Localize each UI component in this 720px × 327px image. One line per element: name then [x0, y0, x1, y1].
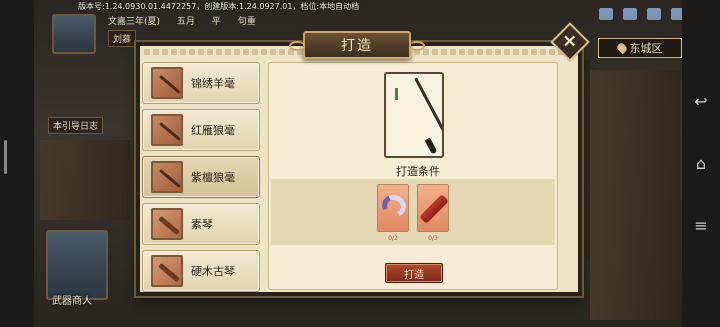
menu-icon[interactable]: ≡	[690, 215, 712, 237]
brush-icon	[151, 67, 183, 99]
material-slot[interactable]	[377, 184, 409, 232]
background-shelf	[590, 70, 680, 320]
dialog-title: 打造	[289, 31, 425, 59]
back-icon[interactable]: ↩	[690, 90, 712, 112]
home-icon[interactable]: ⌂	[690, 152, 712, 174]
recipe-label: 紫檀狼毫	[191, 171, 235, 184]
materials-strip	[271, 179, 555, 245]
dialog-title-text: 打造	[341, 38, 373, 54]
feather-icon	[378, 191, 408, 221]
player-avatar[interactable]	[52, 14, 96, 54]
version-info: 版本号:1.24.0930.01.4472257，创建版本:1.24.0927.…	[78, 2, 360, 11]
system-nav-right: ↩ ⌂ ≡	[682, 0, 720, 327]
recipe-label: 素琴	[191, 218, 213, 231]
area-name: 东城区	[629, 42, 663, 55]
material-count: 0/3	[428, 235, 438, 242]
menu-icon-2[interactable]	[620, 8, 640, 34]
date-year: 文嘉三年(夏)	[108, 17, 161, 27]
menu-icon-1[interactable]	[596, 8, 616, 34]
recipe-item[interactable]: 锦绣羊毫	[142, 62, 260, 104]
brush-icon	[151, 161, 183, 193]
qin-icon	[151, 208, 183, 240]
location-pin-icon	[615, 41, 628, 55]
brush-icon	[151, 114, 183, 146]
recipe-item-selected[interactable]: 紫檀狼毫	[142, 156, 260, 198]
recipe-item[interactable]: 素琴	[142, 203, 260, 245]
merchant-portrait[interactable]	[46, 230, 108, 300]
recipe-list[interactable]: 锦绣羊毫 红雁狼毫 紫檀狼毫 素琴 硬木古琴	[142, 62, 264, 292]
material-slot[interactable]	[417, 184, 449, 232]
date-month: 五月	[176, 17, 195, 27]
recipe-label: 红雁狼毫	[191, 124, 235, 137]
player-name: 刘慕	[108, 30, 137, 47]
title-ornament-left	[289, 41, 305, 51]
recipe-item[interactable]: 硬木古琴	[142, 250, 260, 292]
craft-button[interactable]: 打造	[385, 263, 443, 283]
brush-tip	[424, 137, 438, 155]
redwood-icon	[419, 194, 448, 224]
menu-icon-3[interactable]	[644, 8, 664, 34]
item-preview	[384, 72, 444, 158]
system-nav-left	[0, 0, 34, 327]
craft-condition-title: 打造条件	[396, 165, 440, 178]
guide-log-tab[interactable]: 本引导日志	[48, 117, 104, 134]
recipe-label: 锦绣羊毫	[191, 77, 235, 90]
recipe-item[interactable]: 红雁狼毫	[142, 109, 260, 151]
top-menu	[596, 8, 688, 34]
merchant-label: 武器商人	[52, 296, 92, 307]
weather: 平	[211, 17, 221, 27]
area-button[interactable]: 东城区	[598, 38, 682, 58]
material-count: 0/2	[388, 235, 398, 242]
title-ornament-right	[409, 41, 425, 51]
date-info: 文嘉三年(夏) 五月 平 句重	[108, 14, 270, 27]
close-icon: ×	[562, 31, 578, 52]
time-period: 句重	[237, 17, 256, 27]
qin-icon	[151, 255, 183, 287]
background-shelf	[40, 140, 130, 220]
brush-tassel	[395, 88, 398, 100]
recipe-label: 硬木古琴	[191, 265, 235, 278]
